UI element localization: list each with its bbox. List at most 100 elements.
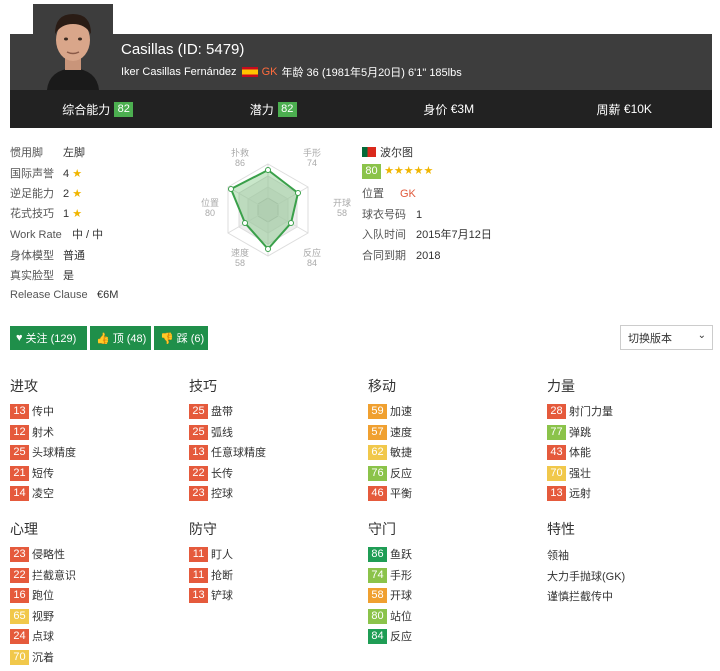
stat-wage: 周薪 €10K (537, 90, 713, 128)
trait-item: 大力手抛球(GK) (547, 571, 626, 583)
attr-dribbling: 25 盘带 (189, 403, 233, 419)
attr-gk-handling: 74 手形 (368, 567, 412, 583)
trait-item: 谨慎拦截传中 (547, 591, 613, 603)
player-title: Casillas (ID: 5479) (121, 41, 245, 58)
section-title-skill: 技巧 (189, 378, 217, 394)
attr-penalties: 24 点球 (10, 628, 54, 644)
attr-jumping: 77 弹跳 (547, 424, 591, 440)
follow-button[interactable]: ♥ 关注 (129) (10, 326, 87, 350)
player-full-name: Iker Casillas Fernández (121, 66, 237, 78)
attr-standing-tackle: 11 抢断 (189, 567, 233, 583)
player-avatar (33, 4, 113, 90)
radar-label-kicking: 开球 (333, 197, 351, 208)
radar-value-diving: 86 (235, 158, 245, 168)
radar-value-kicking: 58 (337, 208, 347, 218)
radar-label-positioning: 位置 (201, 197, 219, 208)
info-release-clause: Release Clause €6M (10, 289, 119, 301)
section-title-defending: 防守 (189, 521, 217, 537)
player-subtitle: Iker Casillas Fernández GK 年龄 36 (1981年5… (121, 64, 462, 80)
stat-value: 身价 €3M (361, 90, 537, 128)
info-body-type: 身体模型 普通 (10, 250, 85, 262)
attr-long-shots: 13 远射 (547, 485, 591, 501)
version-select[interactable]: 切换版本 ⌄ (620, 325, 713, 350)
section-title-movement: 移动 (368, 378, 396, 394)
radar-value-speed: 58 (235, 258, 245, 268)
section-title-attack: 进攻 (10, 378, 38, 394)
portugal-flag-icon (362, 147, 376, 157)
club-contract-row: 合同到期 2018 (362, 250, 441, 262)
star-icon: ★ (72, 208, 83, 220)
club-name[interactable]: 波尔图 (380, 147, 413, 159)
attr-balance: 46 平衡 (368, 485, 412, 501)
attr-marking: 11 盯人 (189, 546, 233, 562)
attr-stamina: 43 体能 (547, 444, 591, 460)
thumbs-down-icon: 👎 (160, 332, 174, 345)
radar-value-reflexes: 84 (307, 258, 317, 268)
section-title-goalkeeping: 守门 (368, 521, 396, 537)
radar-label-speed: 速度 (231, 247, 249, 258)
attr-strength: 70 强壮 (547, 465, 591, 481)
heart-icon: ♥ (16, 332, 23, 344)
radar-label-handling: 手形 (303, 147, 321, 158)
info-reputation: 国际声誉 4 ★ (10, 168, 83, 180)
info-work-rate: Work Rate 中 / 中 (10, 229, 104, 241)
radar-value-positioning: 80 (205, 208, 215, 218)
radar-value-handling: 74 (307, 158, 317, 168)
attribute-radar-chart: 扑救 86 手形 74 开球 58 反应 84 速度 58 位置 80 (201, 147, 351, 268)
radar-label-diving: 扑救 (231, 147, 249, 158)
stat-value-badge: 82 (277, 101, 297, 117)
club-stars-icon: ★★★★★ (384, 165, 434, 177)
info-preferred-foot: 惯用脚 左脚 (10, 147, 85, 159)
attr-fk-accuracy: 13 任意球精度 (189, 444, 266, 460)
stat-label: 潜力 (249, 102, 274, 117)
attr-vision: 65 视野 (10, 608, 54, 624)
section-title-traits: 特性 (547, 521, 575, 537)
attr-gk-diving: 86 鱼跃 (368, 546, 412, 562)
info-weak-foot: 逆足能力 2 ★ (10, 188, 83, 200)
club-number-row: 球衣号码 1 (362, 209, 423, 221)
club-name-row[interactable]: 波尔图 (362, 144, 413, 160)
attr-heading: 25 头球精度 (10, 444, 76, 460)
stat-label: 周薪 (596, 102, 621, 117)
spain-flag-icon (241, 67, 258, 77)
attr-short-passing: 21 短传 (10, 465, 54, 481)
like-button[interactable]: 👍 顶 (48) (90, 326, 151, 350)
dislike-button[interactable]: 👎 踩 (6) (154, 326, 208, 350)
info-skill-moves: 花式技巧 1 ★ (10, 208, 83, 220)
attr-agility: 62 敏捷 (368, 444, 412, 460)
attr-reactions: 76 反应 (368, 465, 412, 481)
player-position: GK (261, 66, 278, 78)
stat-label: 身价 (423, 102, 448, 117)
chevron-down-icon: ⌄ (697, 330, 706, 341)
attr-positioning: 16 跑位 (10, 587, 54, 603)
attr-volleys: 14 凌空 (10, 485, 54, 501)
section-title-mentality: 心理 (10, 521, 38, 537)
attr-gk-kicking: 58 开球 (368, 587, 412, 603)
player-details: 年龄 36 (1981年5月20日) 6'1" 185lbs (281, 67, 462, 79)
club-rating-badge: 80 (362, 164, 381, 179)
trait-item: 领袖 (547, 550, 569, 562)
attr-gk-positioning: 80 站位 (368, 608, 412, 624)
attr-crossing: 13 传中 (10, 403, 54, 419)
stats-bar: 综合能力 82 潜力 82 身价 €3M 周薪 €10K (10, 90, 712, 128)
attr-finishing: 12 射术 (10, 424, 54, 440)
star-icon: ★ (72, 168, 83, 180)
attr-curve: 25 弧线 (189, 424, 233, 440)
attr-acceleration: 59 加速 (368, 403, 412, 419)
player-header (10, 34, 712, 90)
attr-sliding-tackle: 13 铲球 (189, 587, 233, 603)
attr-interceptions: 22 拦截意识 (10, 567, 76, 583)
stat-label: 综合能力 (62, 102, 111, 117)
attr-ball-control: 23 控球 (189, 485, 233, 501)
attr-long-passing: 22 长传 (189, 465, 233, 481)
attr-composure: 70 沉着 (10, 649, 54, 665)
stat-value-text: €3M (450, 102, 475, 116)
club-position-row: 位置 GK (362, 188, 416, 200)
stat-value-badge: 82 (114, 101, 134, 117)
stat-overall: 综合能力 82 (10, 90, 186, 128)
stat-potential: 潜力 82 (186, 90, 362, 128)
attr-sprint-speed: 57 速度 (368, 424, 412, 440)
section-title-power: 力量 (547, 378, 575, 394)
attr-aggression: 23 侵略性 (10, 546, 65, 562)
club-rating-row: 80 ★★★★★ (362, 164, 433, 179)
